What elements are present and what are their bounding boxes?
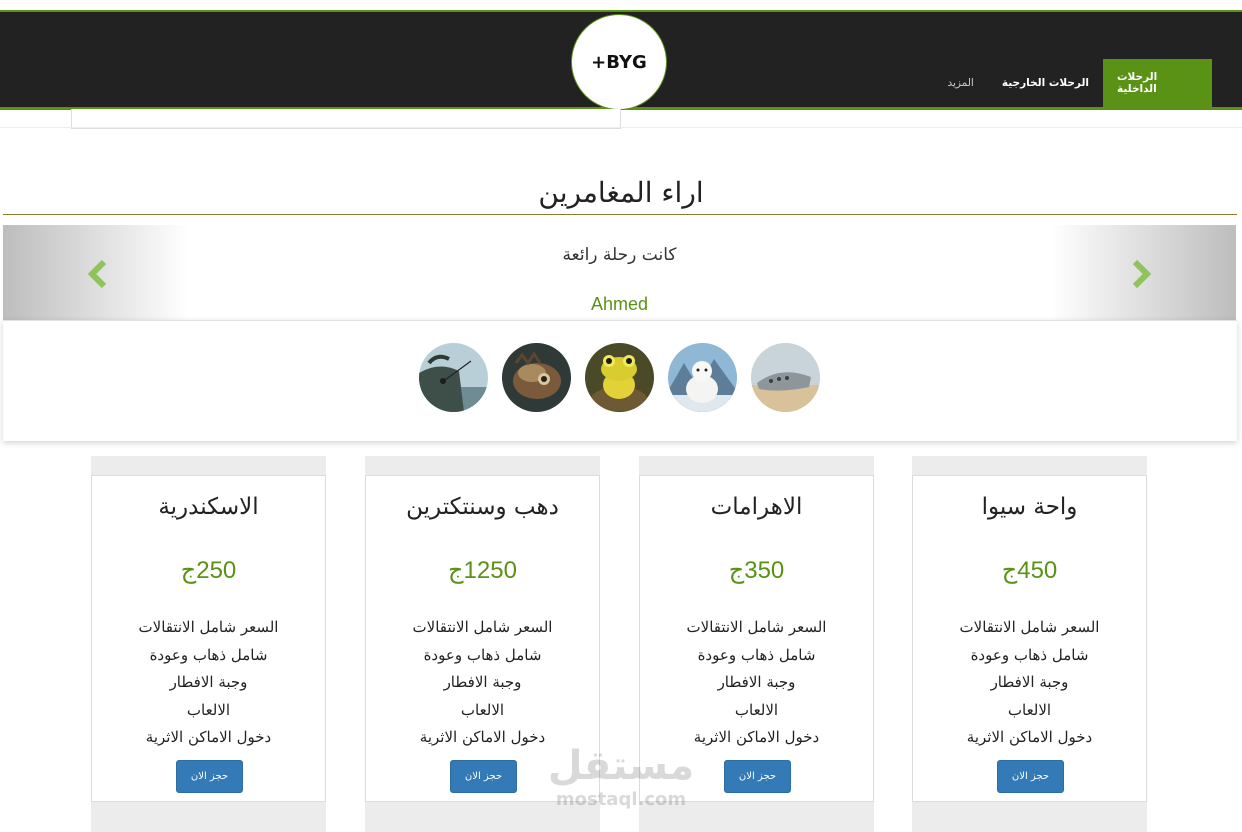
feature-item: دخول الاماكن الاثرية — [966, 728, 1093, 746]
card-title: دهب وسنتكترين — [406, 494, 559, 520]
feature-item: شامل ذهاب وعودة — [149, 645, 268, 664]
main-nav: الرحلات الداخلية الرحلات الخارجية المزيد — [933, 59, 1212, 107]
feature-item: دخول الاماكن الاثرية — [145, 728, 272, 746]
feature-item: شامل ذهاب وعودة — [697, 645, 816, 664]
feature-item: شامل ذهاب وعودة — [423, 645, 542, 664]
avatar-frog[interactable] — [585, 343, 654, 412]
avatar-crashed-plane[interactable] — [751, 343, 820, 412]
feature-item: وجبة الافطار — [717, 673, 796, 691]
crashed-plane-image — [751, 343, 820, 412]
avatar-polar-bear[interactable] — [668, 343, 737, 412]
trip-cards: واحة سيوا 450ج السعر شامل الانتقالات شام… — [91, 456, 1148, 832]
feature-item: السعر شامل الانتقالات — [959, 618, 1100, 636]
book-now-button[interactable]: حجز الان — [724, 760, 791, 793]
nav-item-domestic-trips[interactable]: الرحلات الداخلية — [1103, 59, 1212, 107]
avatar-steampunk-fish[interactable] — [502, 343, 571, 412]
feature-item: شامل ذهاب وعودة — [970, 645, 1089, 664]
feature-item: وجبة الافطار — [443, 673, 522, 691]
card-price: 350ج — [728, 557, 785, 584]
testimonial-carousel: كانت رحلة رائعة Ahmed — [3, 225, 1236, 320]
book-now-button[interactable]: حجز الان — [176, 760, 243, 793]
trip-card: دهب وسنتكترين 1250ج السعر شامل الانتقالا… — [365, 456, 600, 832]
testimonial-author: Ahmed — [590, 294, 649, 314]
steampunk-fish-image — [502, 343, 571, 412]
trip-card: الاهرامات 350ج السعر شامل الانتقالات شام… — [639, 456, 874, 832]
feature-item: الالعاب — [186, 700, 231, 719]
dropdown-panel — [71, 109, 621, 129]
card-price: 450ج — [1001, 557, 1058, 584]
testimonial-quote: كانت رحلة رائعة — [562, 245, 677, 265]
card-features: السعر شامل الانتقالات شامل ذهاب وعودة وج… — [640, 614, 873, 752]
card-features: السعر شامل الانتقالات شامل ذهاب وعودة وج… — [366, 614, 599, 752]
avatar-fisherman[interactable] — [419, 343, 488, 412]
feature-item: الالعاب — [460, 700, 505, 719]
fisherman-image — [419, 343, 488, 412]
card-price: 1250ج — [448, 557, 517, 584]
card-price: 250ج — [180, 557, 237, 584]
site-logo[interactable]: +BYG — [571, 14, 667, 110]
feature-item: السعر شامل الانتقالات — [412, 618, 553, 636]
book-now-button[interactable]: حجز الان — [450, 760, 517, 793]
nav-item-more[interactable]: المزيد — [933, 59, 987, 107]
feature-item: دخول الاماكن الاثرية — [693, 728, 820, 746]
feature-item: دخول الاماكن الاثرية — [419, 728, 546, 746]
feature-item: الالعاب — [1007, 700, 1052, 719]
feature-item: السعر شامل الانتقالات — [138, 618, 279, 636]
feature-item: الالعاب — [734, 700, 779, 719]
section-divider — [3, 214, 1237, 215]
card-features: السعر شامل الانتقالات شامل ذهاب وعودة وج… — [92, 614, 325, 752]
feature-item: السعر شامل الانتقالات — [686, 618, 827, 636]
trip-card: واحة سيوا 450ج السعر شامل الانتقالات شام… — [912, 456, 1147, 832]
polar-bear-image — [668, 343, 737, 412]
card-title: الاسكندرية — [158, 494, 259, 520]
book-now-button[interactable]: حجز الان — [997, 760, 1064, 793]
card-features: السعر شامل الانتقالات شامل ذهاب وعودة وج… — [913, 614, 1146, 752]
testimonials-title: اراء المغامرين — [538, 176, 704, 209]
feature-item: وجبة الافطار — [169, 673, 248, 691]
site-header: +BYG الرحلات الداخلية الرحلات الخارجية ا… — [0, 0, 1242, 110]
nav-item-international-trips[interactable]: الرحلات الخارجية — [988, 59, 1103, 107]
frog-image — [585, 343, 654, 412]
avatar-strip — [3, 320, 1237, 441]
card-title: واحة سيوا — [981, 494, 1078, 520]
card-title: الاهرامات — [710, 494, 803, 520]
feature-item: وجبة الافطار — [990, 673, 1069, 691]
trip-card: الاسكندرية 250ج السعر شامل الانتقالات شا… — [91, 456, 326, 832]
